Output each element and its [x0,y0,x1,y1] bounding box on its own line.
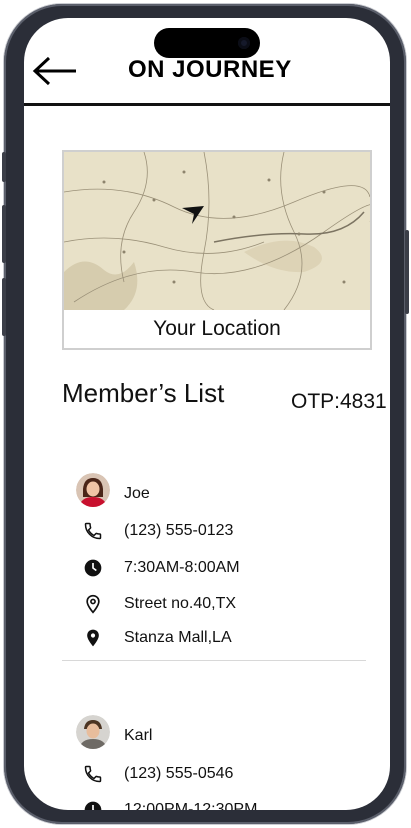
member-time: 7:30AM-8:00AM [124,559,240,576]
phone-icon [84,765,102,783]
members-list-title: Member’s List [62,378,225,408]
header-divider [24,103,390,106]
phone-icon [84,522,102,540]
location-pin-icon [87,629,99,647]
member-destination: Stanza Mall,LA [124,629,232,646]
member-divider [62,660,366,661]
location-outline-icon [86,594,100,614]
power-button [405,230,409,314]
volume-down-button [2,278,6,336]
clock-icon [84,801,102,810]
your-location-label: Your Location [153,317,281,340]
screen: ON JOURNEY Your Location Member’s List O… [24,18,390,810]
otp-code: OTP:4831 [291,390,387,413]
member-time: 12:00PM-12:30PM [124,801,258,810]
member-phone[interactable]: (123) 555-0123 [124,522,233,540]
page-title: ON JOURNEY [128,56,292,83]
member-name: Karl [124,727,153,744]
silent-switch [2,152,6,182]
volume-up-button [2,205,6,263]
member-pickup: Street no.40,TX [124,595,237,612]
dynamic-island [154,28,260,58]
location-map[interactable] [64,152,370,310]
back-arrow-icon[interactable] [32,56,80,86]
avatar [76,715,110,749]
member-phone[interactable]: (123) 555-0546 [124,765,233,783]
camera-icon [238,37,250,49]
avatar [76,473,110,507]
clock-icon [84,559,102,577]
member-name: Joe [124,485,150,502]
location-map-card[interactable]: Your Location [62,150,372,350]
